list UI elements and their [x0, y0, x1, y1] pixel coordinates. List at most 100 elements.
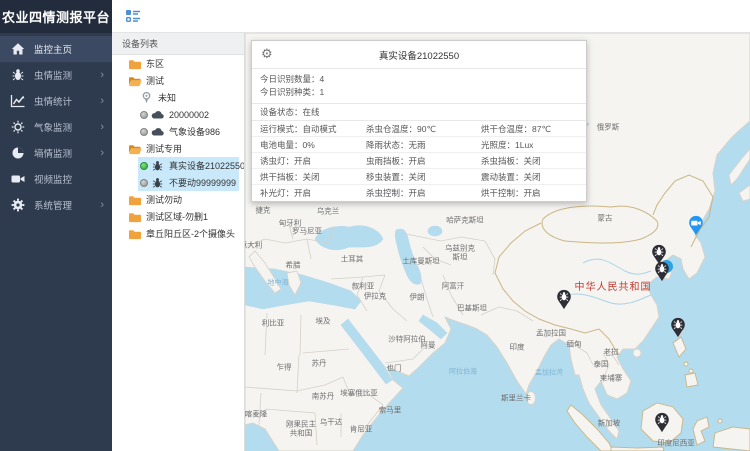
- popup-grid-row: 诱虫灯：开启虫雨挡板：开启杀虫挡板：关闭: [252, 153, 586, 169]
- sidebar-item-label: 系统管理: [34, 198, 100, 212]
- sidebar-item-video[interactable]: 视频监控: [0, 166, 112, 192]
- tree-device-item[interactable]: 20000002: [138, 106, 239, 123]
- popup-stats: 今日识别数量：4今日识别种类：1: [252, 69, 586, 104]
- device-marker-insect[interactable]: [670, 317, 686, 338]
- device-weather-icon: [151, 108, 166, 122]
- app-root: 农业四情测报平台 监控主页虫情监测›虫情统计›气象监测›墒情监测›视频监控系统管…: [0, 0, 750, 451]
- popup-title: 真实设备21022550: [252, 41, 586, 69]
- tree-folder-item[interactable]: 东区: [112, 55, 244, 72]
- sidebar-menu: 监控主页虫情监测›虫情统计›气象监测›墒情监测›视频监控系统管理›: [0, 33, 112, 218]
- device-weather-icon: [151, 125, 166, 139]
- folder-icon: [128, 227, 143, 241]
- tree-device-item[interactable]: 不要动99999999: [138, 174, 239, 191]
- popup-field: 移虫装置：关闭: [366, 169, 481, 185]
- chevron-right-icon: ›: [100, 122, 104, 133]
- sidebar: 农业四情测报平台 监控主页虫情监测›虫情统计›气象监测›墒情监测›视频监控系统管…: [0, 0, 112, 451]
- folder-open-icon: [128, 142, 143, 156]
- device-marker-insect[interactable]: [556, 289, 572, 310]
- popup-field: 补光灯：开启: [260, 185, 366, 201]
- chevron-right-icon: ›: [100, 148, 104, 159]
- tree-folder-item[interactable]: 测试: [112, 72, 244, 89]
- sidebar-item-gear[interactable]: 系统管理›: [0, 192, 112, 218]
- tree-label: 测试区域-勿删1: [146, 210, 208, 223]
- popup-stat: 今日识别数量：4: [260, 73, 586, 86]
- chevron-right-icon: ›: [100, 96, 104, 107]
- tree-label: 气象设备986: [169, 125, 220, 138]
- map-view[interactable]: 俄罗斯蒙古中华人民共和国哈萨克斯坦乌克兰捷克匈牙利罗马尼亚意大利希腊土耳其地中海…: [245, 33, 750, 451]
- tree-folder-item[interactable]: 章丘阳丘区-2个摄像头: [112, 225, 244, 242]
- status-dot-online: [140, 162, 148, 170]
- popup-field: 烘干仓温度：87℃: [481, 121, 586, 137]
- video-icon: [10, 171, 26, 187]
- popup-grid-row: 电池电量：0%降雨状态：无雨光照度：1Lux: [252, 137, 586, 153]
- popup-field: 运行模式：自动模式: [260, 121, 366, 137]
- device-location-icon: [140, 91, 155, 105]
- tree-label: 测试勿动: [146, 193, 182, 206]
- popup-grid-row: 补光灯：开启杀虫控制：开启烘干控制：开启: [252, 185, 586, 201]
- device-marker-camera[interactable]: [688, 215, 704, 236]
- folder-icon: [128, 193, 143, 207]
- folder-icon: [128, 57, 143, 71]
- tree-label: 章丘阳丘区-2个摄像头: [146, 227, 235, 240]
- sun-icon: [10, 119, 26, 135]
- bug-icon: [10, 67, 26, 83]
- popup-field: 杀虫挡板：关闭: [481, 153, 586, 169]
- device-tree: 东区测试未知20000002气象设备986测试专用真实设备21022550不要动…: [112, 55, 244, 242]
- popup-field: 电池电量：0%: [260, 137, 366, 153]
- tree-folder-item[interactable]: 测试区域-勿删1: [112, 208, 244, 225]
- sidebar-item-sun[interactable]: 气象监测›: [0, 114, 112, 140]
- chevron-right-icon: ›: [100, 70, 104, 81]
- gear-icon: [10, 197, 26, 213]
- tree-label: 测试: [146, 74, 164, 87]
- folder-icon: [128, 210, 143, 224]
- status-dot-offline: [140, 111, 148, 119]
- chevron-right-icon: ›: [100, 200, 104, 211]
- tree-label: 20000002: [169, 110, 209, 120]
- tree-device-item[interactable]: 未知: [138, 89, 239, 106]
- popup-field: 烘干控制：开启: [481, 185, 586, 201]
- popup-field: 杀虫仓温度：90℃: [366, 121, 481, 137]
- popup-field: 诱虫灯：开启: [260, 153, 366, 169]
- globe-icon: [10, 145, 26, 161]
- home-icon: [10, 41, 26, 57]
- sidebar-item-home[interactable]: 监控主页: [0, 36, 112, 62]
- device-list-header: 设备列表: [112, 33, 244, 55]
- popup-field: 震动装置：关闭: [481, 169, 586, 185]
- status-dot-offline: [140, 179, 148, 187]
- app-title: 农业四情测报平台: [0, 0, 112, 33]
- tree-folder-item[interactable]: 测试专用: [112, 140, 244, 157]
- device-status-row: 设备状态：在线: [252, 104, 586, 121]
- tree-device-item[interactable]: 气象设备986: [138, 123, 239, 140]
- sidebar-item-label: 视频监控: [34, 172, 104, 186]
- main-area: 设备列表 东区测试未知20000002气象设备986测试专用真实设备210225…: [112, 0, 750, 451]
- popup-field: 降雨状态：无雨: [366, 137, 481, 153]
- tree-folder-item[interactable]: 测试勿动: [112, 191, 244, 208]
- sidebar-item-label: 气象监测: [34, 120, 100, 134]
- sidebar-item-label: 墒情监测: [34, 146, 100, 160]
- sidebar-item-label: 虫情统计: [34, 94, 100, 108]
- device-info-popup: ⚙ 真实设备21022550 今日识别数量：4今日识别种类：1 设备状态：在线 …: [251, 40, 587, 202]
- topbar: [112, 0, 750, 33]
- status-dot-offline: [140, 128, 148, 136]
- sidebar-item-bug[interactable]: 虫情监测›: [0, 62, 112, 88]
- tree-label: 测试专用: [146, 142, 182, 155]
- device-marker-insect[interactable]: [654, 412, 670, 433]
- sidebar-item-label: 虫情监测: [34, 68, 100, 82]
- popup-header: ⚙ 真实设备21022550: [252, 41, 586, 69]
- content: 设备列表 东区测试未知20000002气象设备986测试专用真实设备210225…: [112, 33, 750, 451]
- tree-label: 未知: [158, 91, 176, 104]
- tree-label: 东区: [146, 57, 164, 70]
- tree-label: 真实设备21022550: [169, 159, 245, 172]
- popup-field: 杀虫控制：开启: [366, 185, 481, 201]
- tree-toggle-icon[interactable]: [125, 8, 141, 24]
- device-marker-insect[interactable]: [654, 261, 670, 282]
- popup-grid-row: 运行模式：自动模式杀虫仓温度：90℃烘干仓温度：87℃: [252, 121, 586, 137]
- popup-grid: 运行模式：自动模式杀虫仓温度：90℃烘干仓温度：87℃电池电量：0%降雨状态：无…: [252, 121, 586, 201]
- popup-field: 烘干挡板：关闭: [260, 169, 366, 185]
- popup-field: 虫雨挡板：开启: [366, 153, 481, 169]
- sidebar-item-label: 监控主页: [34, 42, 104, 56]
- device-bug-icon: [151, 176, 166, 190]
- sidebar-item-globe[interactable]: 墒情监测›: [0, 140, 112, 166]
- tree-device-item[interactable]: 真实设备21022550: [138, 157, 239, 174]
- sidebar-item-chart[interactable]: 虫情统计›: [0, 88, 112, 114]
